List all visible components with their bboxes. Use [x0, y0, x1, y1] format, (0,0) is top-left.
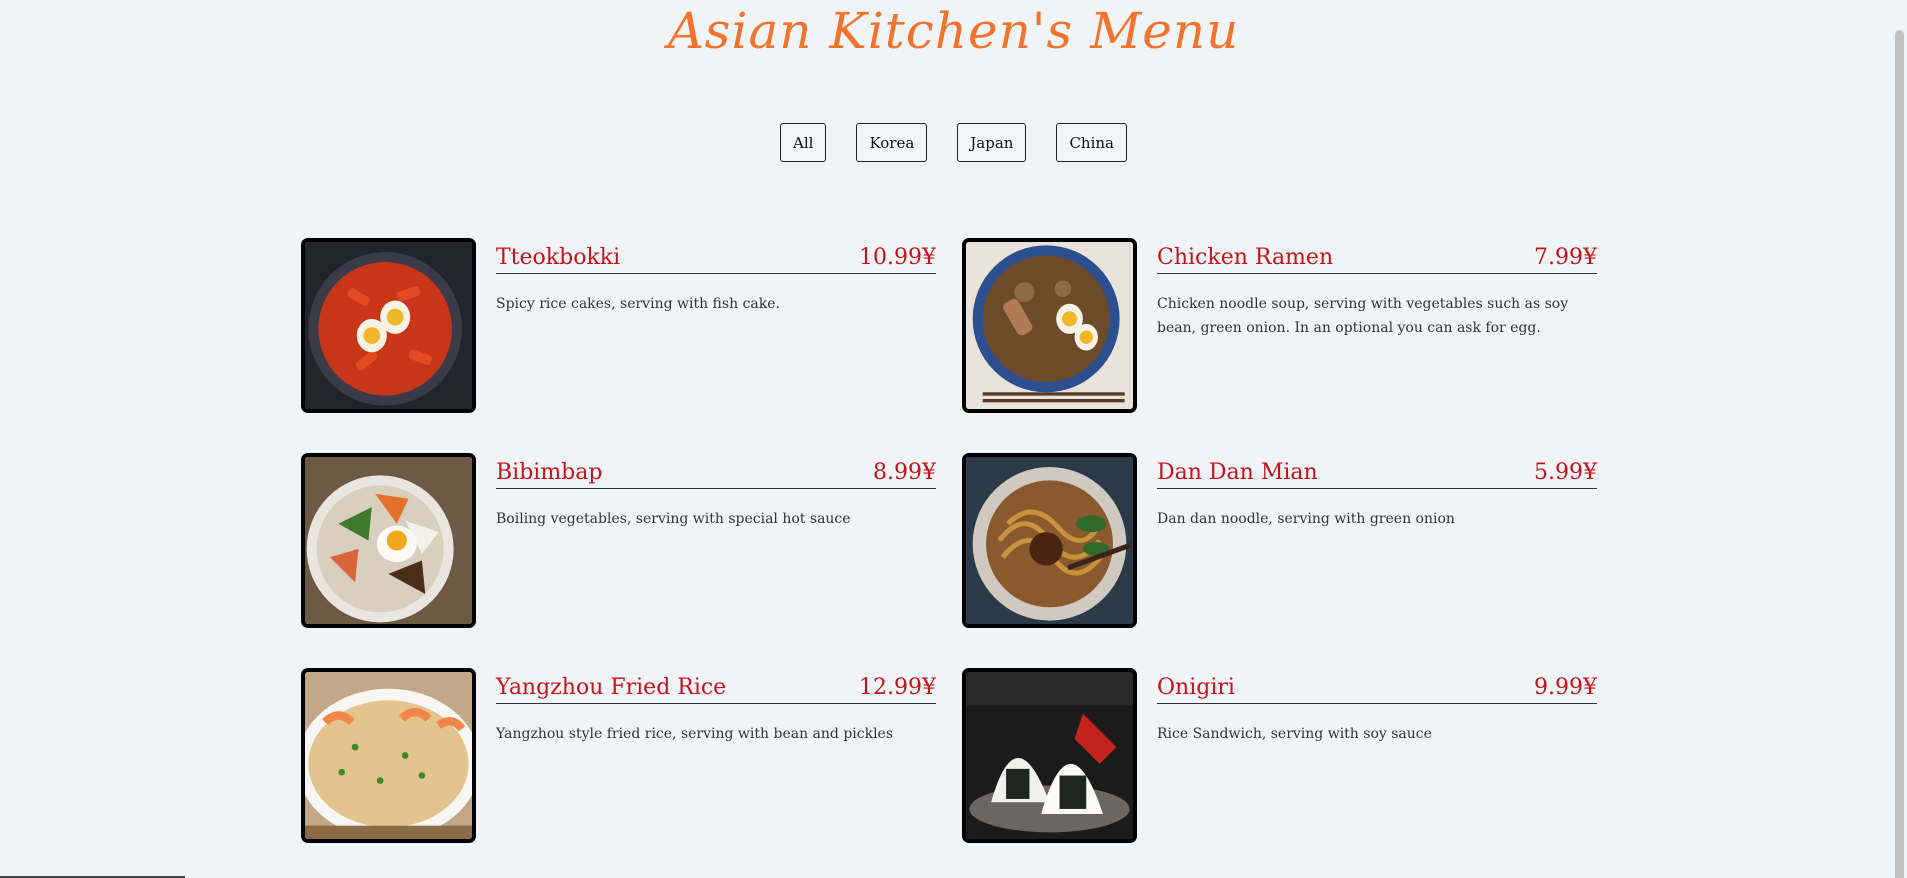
menu-item: Onigiri 9.99¥ Rice Sandwich, serving wit…: [962, 668, 1597, 843]
menu-item-header: Onigiri 9.99¥: [1157, 668, 1597, 704]
menu-item-price: 12.99¥: [859, 675, 936, 700]
category-filters: All Korea Japan China: [0, 123, 1907, 162]
filter-all-button[interactable]: All: [780, 123, 827, 162]
menu-item-info: Bibimbap 8.99¥ Boiling vegetables, servi…: [496, 453, 936, 628]
menu-item-description: Boiling vegetables, serving with special…: [496, 511, 851, 527]
filter-china-button[interactable]: China: [1056, 123, 1127, 162]
menu-item-description: Yangzhou style fried rice, serving with …: [496, 726, 894, 742]
menu-page: Asian Kitchen's Menu All Korea Japan Chi…: [0, 0, 1907, 878]
menu-item: Yangzhou Fried Rice 12.99¥ Yangzhou styl…: [301, 668, 936, 843]
scrollbar-thumb[interactable]: [1895, 30, 1904, 878]
menu-item-price: 8.99¥: [873, 460, 936, 485]
menu-item-price: 5.99¥: [1534, 460, 1597, 485]
menu-item-price: 7.99¥: [1534, 245, 1597, 270]
page-title: Asian Kitchen's Menu: [667, 2, 1240, 60]
menu-item-price: 10.99¥: [859, 245, 936, 270]
menu-item-name: Tteokbokki: [496, 245, 621, 270]
menu-item-info: Onigiri 9.99¥ Rice Sandwich, serving wit…: [1157, 668, 1597, 843]
menu-item-header: Yangzhou Fried Rice 12.99¥: [496, 668, 936, 704]
menu-item: Chicken Ramen 7.99¥ Chicken noodle soup,…: [962, 238, 1597, 413]
menu-item: Tteokbokki 10.99¥ Spicy rice cakes, serv…: [301, 238, 936, 413]
menu-item-name: Yangzhou Fried Rice: [496, 675, 727, 700]
menu-item-header: Chicken Ramen 7.99¥: [1157, 238, 1597, 274]
menu-item-description: Chicken noodle soup, serving with vegeta…: [1157, 296, 1569, 336]
menu-item-info: Chicken Ramen 7.99¥ Chicken noodle soup,…: [1157, 238, 1597, 413]
menu-item-info: Yangzhou Fried Rice 12.99¥ Yangzhou styl…: [496, 668, 936, 843]
menu-grid: Tteokbokki 10.99¥ Spicy rice cakes, serv…: [301, 238, 1599, 843]
menu-item-description: Spicy rice cakes, serving with fish cake…: [496, 296, 780, 312]
menu-item-header: Dan Dan Mian 5.99¥: [1157, 453, 1597, 489]
menu-item: Dan Dan Mian 5.99¥ Dan dan noodle, servi…: [962, 453, 1597, 628]
menu-item-info: Dan Dan Mian 5.99¥ Dan dan noodle, servi…: [1157, 453, 1597, 628]
menu-item-header: Tteokbokki 10.99¥: [496, 238, 936, 274]
menu-item-name: Dan Dan Mian: [1157, 460, 1318, 485]
vertical-scrollbar[interactable]: [1892, 0, 1907, 878]
yangzhou-fried-rice-photo: [301, 668, 476, 843]
menu-item-header: Bibimbap 8.99¥: [496, 453, 936, 489]
menu-item-name: Bibimbap: [496, 460, 603, 485]
menu-item-description: Dan dan noodle, serving with green onion: [1157, 511, 1455, 527]
menu-item-price: 9.99¥: [1534, 675, 1597, 700]
menu-item-name: Chicken Ramen: [1157, 245, 1334, 270]
chicken-ramen-photo: [962, 238, 1137, 413]
bibimbap-photo: [301, 453, 476, 628]
filter-korea-button[interactable]: Korea: [856, 123, 928, 162]
filter-japan-button[interactable]: Japan: [957, 123, 1027, 162]
menu-item-description: Rice Sandwich, serving with soy sauce: [1157, 726, 1432, 742]
dan-dan-mian-photo: [962, 453, 1137, 628]
menu-item-name: Onigiri: [1157, 675, 1235, 700]
menu-item-info: Tteokbokki 10.99¥ Spicy rice cakes, serv…: [496, 238, 936, 413]
onigiri-photo: [962, 668, 1137, 843]
menu-item: Bibimbap 8.99¥ Boiling vegetables, servi…: [301, 453, 936, 628]
tteokbokki-photo: [301, 238, 476, 413]
